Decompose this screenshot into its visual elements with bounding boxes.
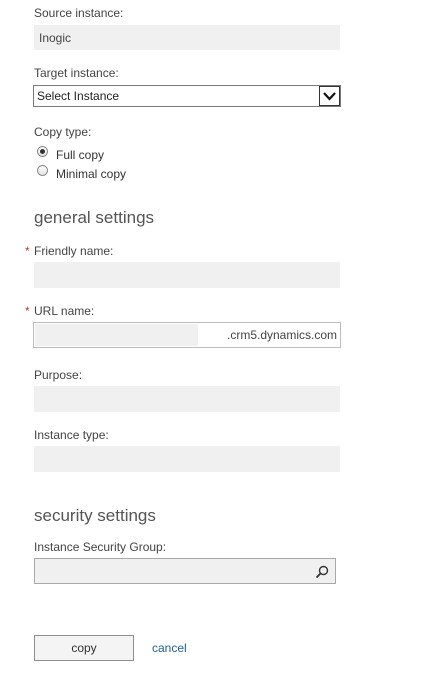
friendly-name-required-marker: * xyxy=(25,244,30,258)
purpose-label: Purpose: xyxy=(34,368,83,382)
instance-security-group-label: Instance Security Group: xyxy=(34,540,167,554)
url-name-suffix: .crm5.dynamics.com xyxy=(227,328,338,342)
minimal-copy-label[interactable]: Minimal copy xyxy=(56,167,126,181)
friendly-name-input[interactable] xyxy=(34,262,340,288)
source-instance-label: Source instance: xyxy=(34,6,124,20)
source-instance-value: Inogic xyxy=(34,25,340,50)
minimal-copy-radio[interactable] xyxy=(37,165,48,176)
instance-security-group-input[interactable] xyxy=(34,558,336,584)
general-settings-title: general settings xyxy=(34,208,155,227)
url-name-required-marker: * xyxy=(25,304,30,318)
copy-button[interactable]: copy xyxy=(34,635,134,661)
instance-type-label: Instance type: xyxy=(34,428,109,442)
target-instance-label: Target instance: xyxy=(34,66,119,80)
target-instance-select[interactable]: Select Instance xyxy=(33,85,341,107)
url-name-label: URL name: xyxy=(34,304,95,318)
url-name-input[interactable] xyxy=(35,324,198,346)
full-copy-radio[interactable] xyxy=(37,146,48,157)
friendly-name-label: Friendly name: xyxy=(34,244,114,258)
chevron-down-icon-glyph xyxy=(323,91,336,101)
security-settings-title: security settings xyxy=(34,506,156,525)
purpose-input[interactable] xyxy=(34,386,340,412)
cancel-link[interactable]: cancel xyxy=(152,641,187,655)
target-instance-selected-value: Select Instance xyxy=(37,89,120,103)
full-copy-label[interactable]: Full copy xyxy=(56,148,104,162)
search-icon[interactable] xyxy=(312,562,332,581)
copy-type-label: Copy type: xyxy=(34,125,92,139)
radio-selected-dot xyxy=(40,149,45,154)
instance-type-input[interactable] xyxy=(34,446,340,472)
chevron-down-icon[interactable] xyxy=(319,86,340,106)
search-icon-glyph xyxy=(315,565,329,578)
